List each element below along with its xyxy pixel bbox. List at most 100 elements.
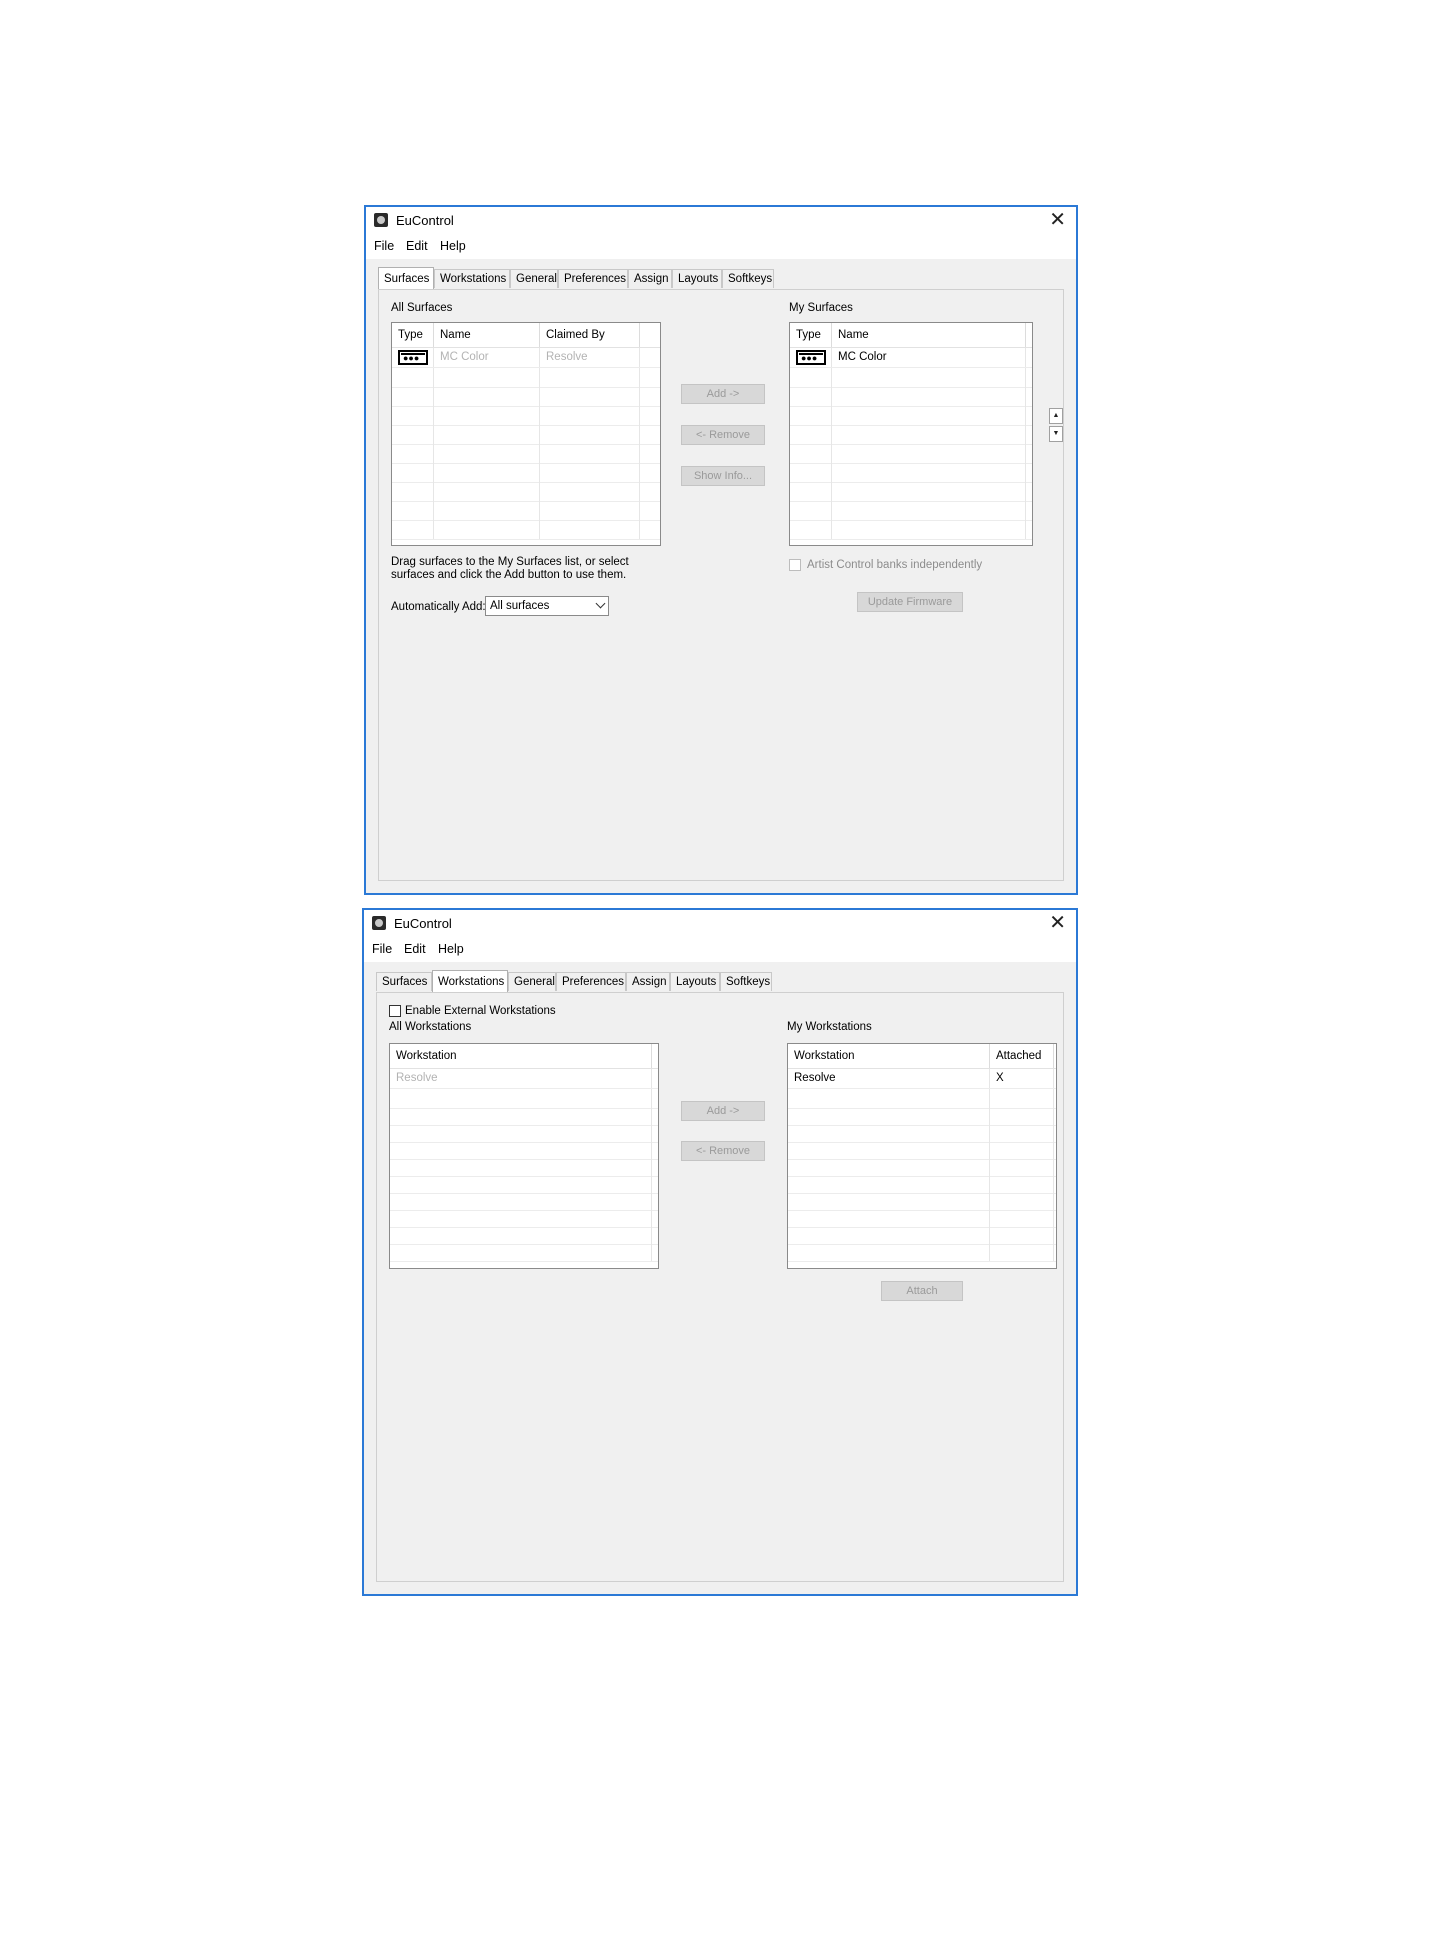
table-row xyxy=(790,387,1032,407)
table-row[interactable]: ●●● MC Color Resolve xyxy=(392,348,660,368)
surfaces-panel: All Surfaces Type Name Claimed By ●●● MC… xyxy=(378,289,1064,881)
table-row xyxy=(790,368,1032,388)
table-row xyxy=(392,406,660,426)
menu-bar: File Edit Help xyxy=(364,938,1076,962)
tab-layouts[interactable]: Layouts xyxy=(670,972,720,991)
tab-preferences[interactable]: Preferences xyxy=(558,269,628,288)
menu-file[interactable]: File xyxy=(374,239,394,253)
add-button[interactable]: Add -> xyxy=(681,384,765,404)
table-row[interactable]: Resolve X xyxy=(788,1069,1056,1089)
my-workstations-table[interactable]: Workstation Attached Resolve X xyxy=(787,1043,1057,1269)
eucontrol-window-surfaces: EuControl ✕ File Edit Help Surfaces Work… xyxy=(364,205,1078,895)
tab-general[interactable]: General xyxy=(510,269,558,288)
add-button[interactable]: Add -> xyxy=(681,1101,765,1121)
help-text-line-2: surfaces and click the Add button to use… xyxy=(391,569,627,581)
artist-control-label: Artist Control banks independently xyxy=(807,559,983,571)
column-claimed-by[interactable]: Claimed By xyxy=(540,323,640,347)
tab-surfaces[interactable]: Surfaces xyxy=(378,267,434,289)
artist-control-checkbox[interactable] xyxy=(789,559,801,571)
all-workstations-label: All Workstations xyxy=(389,1021,472,1033)
workstation-cell: Resolve xyxy=(788,1069,990,1088)
my-surfaces-table[interactable]: Type Name ●●● MC Color xyxy=(789,322,1033,546)
table-row xyxy=(790,463,1032,483)
table-row[interactable]: Resolve xyxy=(390,1069,658,1089)
table-row xyxy=(392,520,660,540)
window-title: EuControl xyxy=(394,916,452,931)
tab-preferences[interactable]: Preferences xyxy=(556,972,626,991)
table-row xyxy=(392,444,660,464)
table-header: Type Name Claimed By xyxy=(392,323,660,348)
tab-assign[interactable]: Assign xyxy=(628,269,672,288)
table-row xyxy=(790,482,1032,502)
title-bar[interactable]: EuControl ✕ xyxy=(366,207,1076,235)
help-text-line-1: Drag surfaces to the My Surfaces list, o… xyxy=(391,556,629,568)
claimed-by-cell: Resolve xyxy=(540,348,640,367)
tab-layouts[interactable]: Layouts xyxy=(672,269,722,288)
attached-cell: X xyxy=(990,1069,1054,1088)
table-row xyxy=(392,387,660,407)
all-surfaces-table[interactable]: Type Name Claimed By ●●● MC Color Resolv… xyxy=(391,322,661,546)
workstation-cell: Resolve xyxy=(390,1069,652,1088)
table-row[interactable]: ●●● MC Color xyxy=(790,348,1032,368)
tab-assign[interactable]: Assign xyxy=(626,972,670,991)
table-row xyxy=(390,1242,658,1262)
table-row xyxy=(790,425,1032,445)
tab-workstations[interactable]: Workstations xyxy=(432,970,508,992)
move-up-button[interactable]: ▲ xyxy=(1049,408,1063,424)
table-header: Workstation xyxy=(390,1044,658,1069)
table-row xyxy=(790,501,1032,521)
column-workstation[interactable]: Workstation xyxy=(390,1044,652,1068)
menu-file[interactable]: File xyxy=(372,942,392,956)
all-workstations-table[interactable]: Workstation Resolve xyxy=(389,1043,659,1269)
update-firmware-button[interactable]: Update Firmware xyxy=(857,592,963,612)
enable-external-checkbox[interactable] xyxy=(389,1005,401,1017)
table-header: Workstation Attached xyxy=(788,1044,1056,1069)
table-row xyxy=(392,463,660,483)
title-bar[interactable]: EuControl ✕ xyxy=(364,910,1076,938)
workstations-panel: Enable External Workstations All Worksta… xyxy=(376,992,1064,1582)
surface-icon: ●●● xyxy=(796,350,826,365)
auto-add-value: All surfaces xyxy=(490,600,550,612)
window-title: EuControl xyxy=(396,213,454,228)
eucontrol-app-icon xyxy=(372,916,386,930)
tab-workstations[interactable]: Workstations xyxy=(434,269,510,288)
tab-general[interactable]: General xyxy=(508,972,556,991)
table-row xyxy=(788,1242,1056,1262)
tab-softkeys[interactable]: Softkeys xyxy=(720,972,772,991)
remove-button[interactable]: <- Remove xyxy=(681,1141,765,1161)
name-cell: MC Color xyxy=(434,348,540,367)
enable-external-label: Enable External Workstations xyxy=(405,1005,556,1017)
type-cell: ●●● xyxy=(790,348,832,367)
my-surfaces-label: My Surfaces xyxy=(789,302,853,314)
all-surfaces-label: All Surfaces xyxy=(391,302,453,314)
column-name[interactable]: Name xyxy=(434,323,540,347)
menu-help[interactable]: Help xyxy=(440,239,466,253)
menu-bar: File Edit Help xyxy=(366,235,1076,259)
close-icon[interactable]: ✕ xyxy=(1049,208,1066,232)
close-icon[interactable]: ✕ xyxy=(1049,911,1066,935)
type-cell: ●●● xyxy=(392,348,434,367)
column-workstation[interactable]: Workstation xyxy=(788,1044,990,1068)
menu-edit[interactable]: Edit xyxy=(404,942,426,956)
table-row xyxy=(392,482,660,502)
tab-surfaces[interactable]: Surfaces xyxy=(376,972,432,991)
move-down-button[interactable]: ▼ xyxy=(1049,426,1063,442)
table-row xyxy=(392,368,660,388)
chevron-down-icon xyxy=(595,598,606,609)
eucontrol-app-icon xyxy=(374,213,388,227)
eucontrol-window-workstations: EuControl ✕ File Edit Help Surfaces Work… xyxy=(362,908,1078,1596)
column-attached[interactable]: Attached xyxy=(990,1044,1054,1068)
column-name[interactable]: Name xyxy=(832,323,1026,347)
auto-add-select[interactable]: All surfaces xyxy=(485,596,609,616)
tab-softkeys[interactable]: Softkeys xyxy=(722,269,774,288)
show-info-button[interactable]: Show Info... xyxy=(681,466,765,486)
auto-add-label: Automatically Add: xyxy=(391,601,486,613)
table-row xyxy=(790,406,1032,426)
attach-button[interactable]: Attach xyxy=(881,1281,963,1301)
column-type[interactable]: Type xyxy=(392,323,434,347)
menu-edit[interactable]: Edit xyxy=(406,239,428,253)
table-row xyxy=(790,444,1032,464)
menu-help[interactable]: Help xyxy=(438,942,464,956)
column-type[interactable]: Type xyxy=(790,323,832,347)
remove-button[interactable]: <- Remove xyxy=(681,425,765,445)
